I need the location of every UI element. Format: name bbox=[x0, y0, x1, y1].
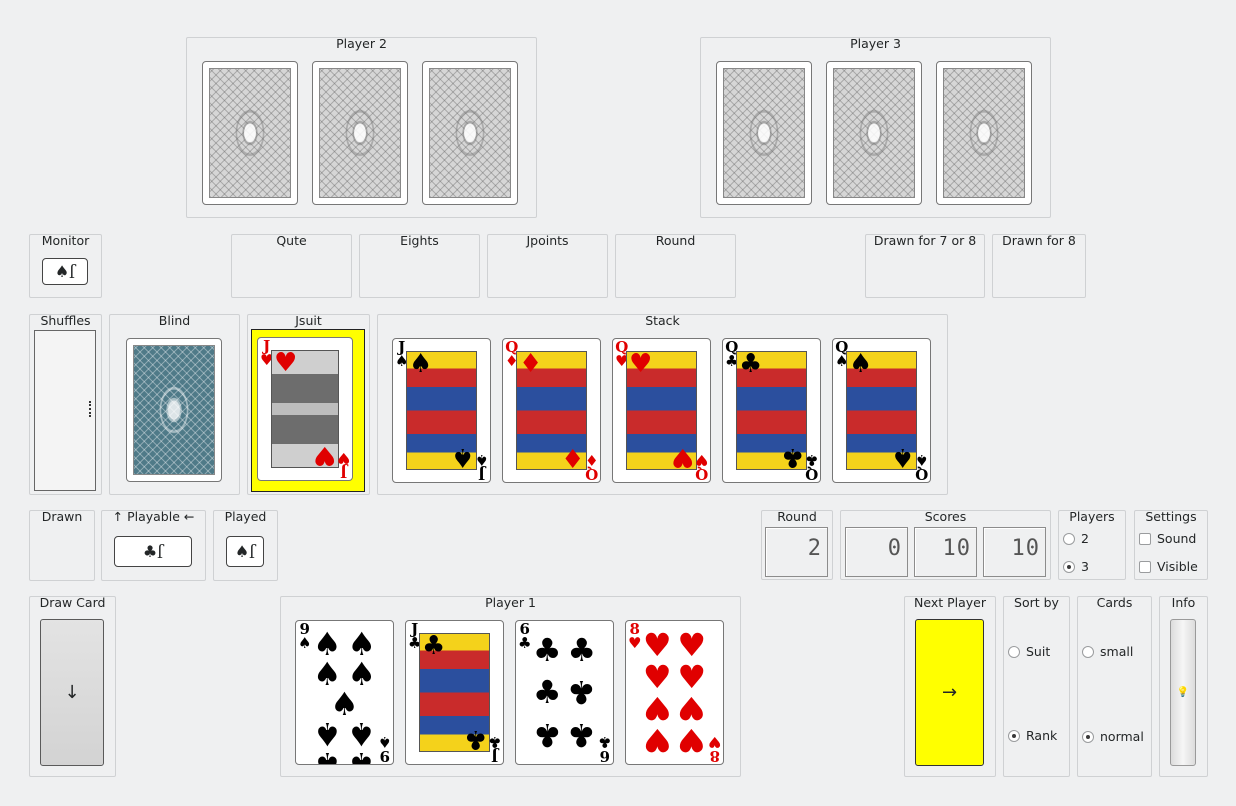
monitor-card-rank: J bbox=[69, 262, 76, 281]
round-display: 2 bbox=[765, 527, 828, 577]
stack-card-3[interactable]: Q ♥ ♥ ♥ Q ♥ bbox=[612, 338, 711, 483]
players-radio-2-dot bbox=[1063, 532, 1075, 545]
stack-title: Stack bbox=[645, 313, 680, 328]
sort-by-title: Sort by bbox=[1014, 595, 1059, 610]
players-radio-3-dot bbox=[1063, 560, 1075, 573]
draw-card-title: Draw Card bbox=[39, 595, 106, 610]
scores-title: Scores bbox=[924, 509, 967, 524]
shuffles-title: Shuffles bbox=[40, 313, 91, 328]
drawn-title: Drawn bbox=[41, 509, 83, 524]
stack-card-2[interactable]: Q ♦ ♦ ♦ Q ♦ bbox=[502, 338, 601, 483]
played-title: Played bbox=[224, 509, 267, 524]
sort-suit-radio[interactable]: Suit bbox=[1008, 644, 1050, 659]
stack-card-5[interactable]: Q ♠ ♠ ♠ Q ♠ bbox=[832, 338, 931, 483]
qute-panel: Qute bbox=[231, 233, 352, 298]
players-title: Players bbox=[1069, 509, 1115, 524]
played-card-rank: J bbox=[249, 542, 256, 561]
jpoints-title: Jpoints bbox=[526, 233, 569, 248]
blind-title: Blind bbox=[158, 313, 191, 328]
jpoints-panel: Jpoints bbox=[487, 233, 608, 298]
visible-checkbox[interactable]: Visible bbox=[1139, 559, 1198, 574]
player2-card-back-1[interactable] bbox=[202, 61, 298, 205]
cards-size-panel: Cards bbox=[1077, 595, 1152, 777]
settings-title: Settings bbox=[1145, 509, 1197, 524]
played-card: ♠ J bbox=[226, 536, 264, 567]
eights-title: Eights bbox=[400, 233, 439, 248]
player2-card-back-3[interactable] bbox=[422, 61, 518, 205]
sort-rank-radio[interactable]: Rank bbox=[1008, 728, 1057, 743]
hand-card-3[interactable]: 6 ♣ ♣ ♣ ♣ ♣ ♣ ♣ 6 ♣ bbox=[515, 620, 614, 765]
cards-small-radio[interactable]: small bbox=[1082, 644, 1133, 659]
stack-card-4[interactable]: Q ♣ ♣ ♣ Q ♣ bbox=[722, 338, 821, 483]
drawn-7-or-8-panel: Drawn for 7 or 8 bbox=[865, 233, 985, 298]
playable-card-rank: J bbox=[157, 542, 164, 561]
hand-card-4[interactable]: 8 ♥ ♥ ♥ ♥ ♥ ♥ ♥ ♥ ♥ 8 ♥ bbox=[625, 620, 724, 765]
player3-card-back-2[interactable] bbox=[826, 61, 922, 205]
playable-title: ↑ Playable ← bbox=[112, 509, 195, 524]
drawn-panel: Drawn bbox=[29, 509, 95, 581]
played-card-suit: ♠ bbox=[234, 542, 250, 561]
score-display-3: 10 bbox=[983, 527, 1046, 577]
monitor-card: ♠ J bbox=[42, 258, 88, 285]
sort-by-panel: Sort by bbox=[1003, 595, 1070, 777]
hand-card-2[interactable]: J ♣ ♣ ♣ J ♣ bbox=[405, 620, 504, 765]
lightbulb-icon: 💡 bbox=[1176, 687, 1190, 698]
down-arrow-icon: ↓ bbox=[64, 682, 80, 703]
players-radio-3[interactable]: 3 bbox=[1063, 559, 1089, 574]
shuffles-slot bbox=[34, 330, 96, 491]
jsuit-card-pip: ♥ bbox=[274, 348, 298, 378]
player1-title: Player 1 bbox=[485, 595, 536, 610]
info-button[interactable]: 💡 bbox=[1170, 619, 1196, 766]
round-title: Round bbox=[777, 509, 817, 524]
cards-normal-radio[interactable]: normal bbox=[1082, 729, 1144, 744]
stack-card-1[interactable]: J ♠ ♠ ♠ J ♠ bbox=[392, 338, 491, 483]
player2-card-back-2[interactable] bbox=[312, 61, 408, 205]
next-player-title: Next Player bbox=[914, 595, 986, 610]
round-info-title: Round bbox=[655, 233, 696, 248]
hand-card-1[interactable]: 9 ♠ ♠ ♠ ♠ ♠ ♠ ♠ ♠ ♠ ♠ 9 ♠ bbox=[295, 620, 394, 765]
drawn-8-panel: Drawn for 8 bbox=[992, 233, 1086, 298]
playable-card: ♣ J bbox=[114, 536, 192, 567]
score-display-2: 10 bbox=[914, 527, 977, 577]
cards-size-title: Cards bbox=[1096, 595, 1133, 610]
jsuit-card: J ♥ ♥ ♥ J ♥ bbox=[257, 337, 353, 481]
drawn-7-or-8-title: Drawn for 7 or 8 bbox=[873, 233, 977, 248]
playable-card-suit: ♣ bbox=[142, 542, 158, 561]
qute-title: Qute bbox=[276, 233, 307, 248]
jsuit-title: Jsuit bbox=[295, 313, 322, 328]
draw-card-button[interactable]: ↓ bbox=[40, 619, 104, 766]
right-arrow-icon: → bbox=[941, 682, 958, 703]
sound-checkbox[interactable]: Sound bbox=[1139, 531, 1196, 546]
drawn-8-title: Drawn for 8 bbox=[1002, 233, 1076, 248]
round-info-panel: Round bbox=[615, 233, 736, 298]
monitor-card-suit: ♠ bbox=[54, 262, 70, 281]
info-title: Info bbox=[1171, 595, 1196, 610]
blind-deck[interactable] bbox=[126, 338, 222, 482]
player3-card-back-3[interactable] bbox=[936, 61, 1032, 205]
player2-title: Player 2 bbox=[336, 36, 387, 51]
players-radio-2[interactable]: 2 bbox=[1063, 531, 1089, 546]
monitor-title: Monitor bbox=[41, 233, 90, 248]
player3-card-back-1[interactable] bbox=[716, 61, 812, 205]
next-player-button[interactable]: → bbox=[915, 619, 984, 766]
eights-panel: Eights bbox=[359, 233, 480, 298]
player3-title: Player 3 bbox=[850, 36, 901, 51]
score-display-1: 0 bbox=[845, 527, 908, 577]
